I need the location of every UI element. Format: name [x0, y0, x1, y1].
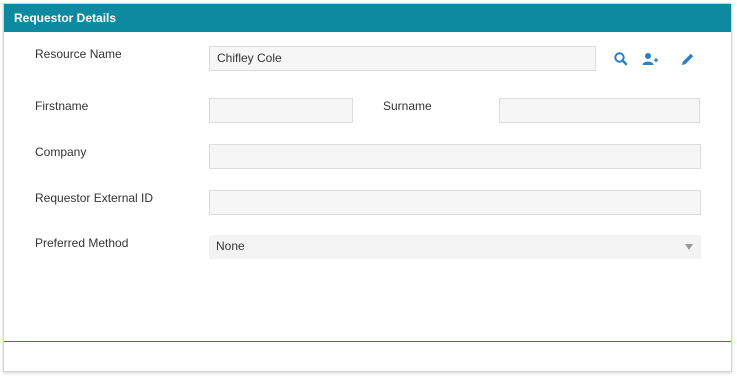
- surname-field[interactable]: [499, 98, 700, 123]
- panel-title: Requestor Details: [4, 4, 731, 32]
- requestor-external-id-field[interactable]: [209, 190, 701, 215]
- preferred-method-select[interactable]: None: [209, 235, 701, 259]
- company-label: Company: [35, 145, 87, 159]
- resource-name-field[interactable]: Chifley Cole: [209, 46, 596, 71]
- surname-label: Surname: [383, 99, 432, 113]
- search-icon[interactable]: [612, 50, 630, 68]
- panel-footer-divider: [4, 341, 731, 342]
- preferred-method-value: None: [216, 239, 245, 253]
- pencil-icon[interactable]: [679, 50, 697, 68]
- add-user-icon[interactable]: [641, 50, 659, 68]
- firstname-field[interactable]: [209, 98, 353, 123]
- preferred-method-label: Preferred Method: [35, 236, 129, 250]
- firstname-label: Firstname: [35, 99, 89, 113]
- requestor-details-panel: Requestor Details Resource Name Chifley …: [3, 3, 732, 372]
- resource-name-label: Resource Name: [35, 47, 122, 61]
- company-field[interactable]: [209, 144, 701, 169]
- requestor-external-id-label: Requestor External ID: [35, 191, 154, 205]
- chevron-down-icon[interactable]: [685, 244, 693, 250]
